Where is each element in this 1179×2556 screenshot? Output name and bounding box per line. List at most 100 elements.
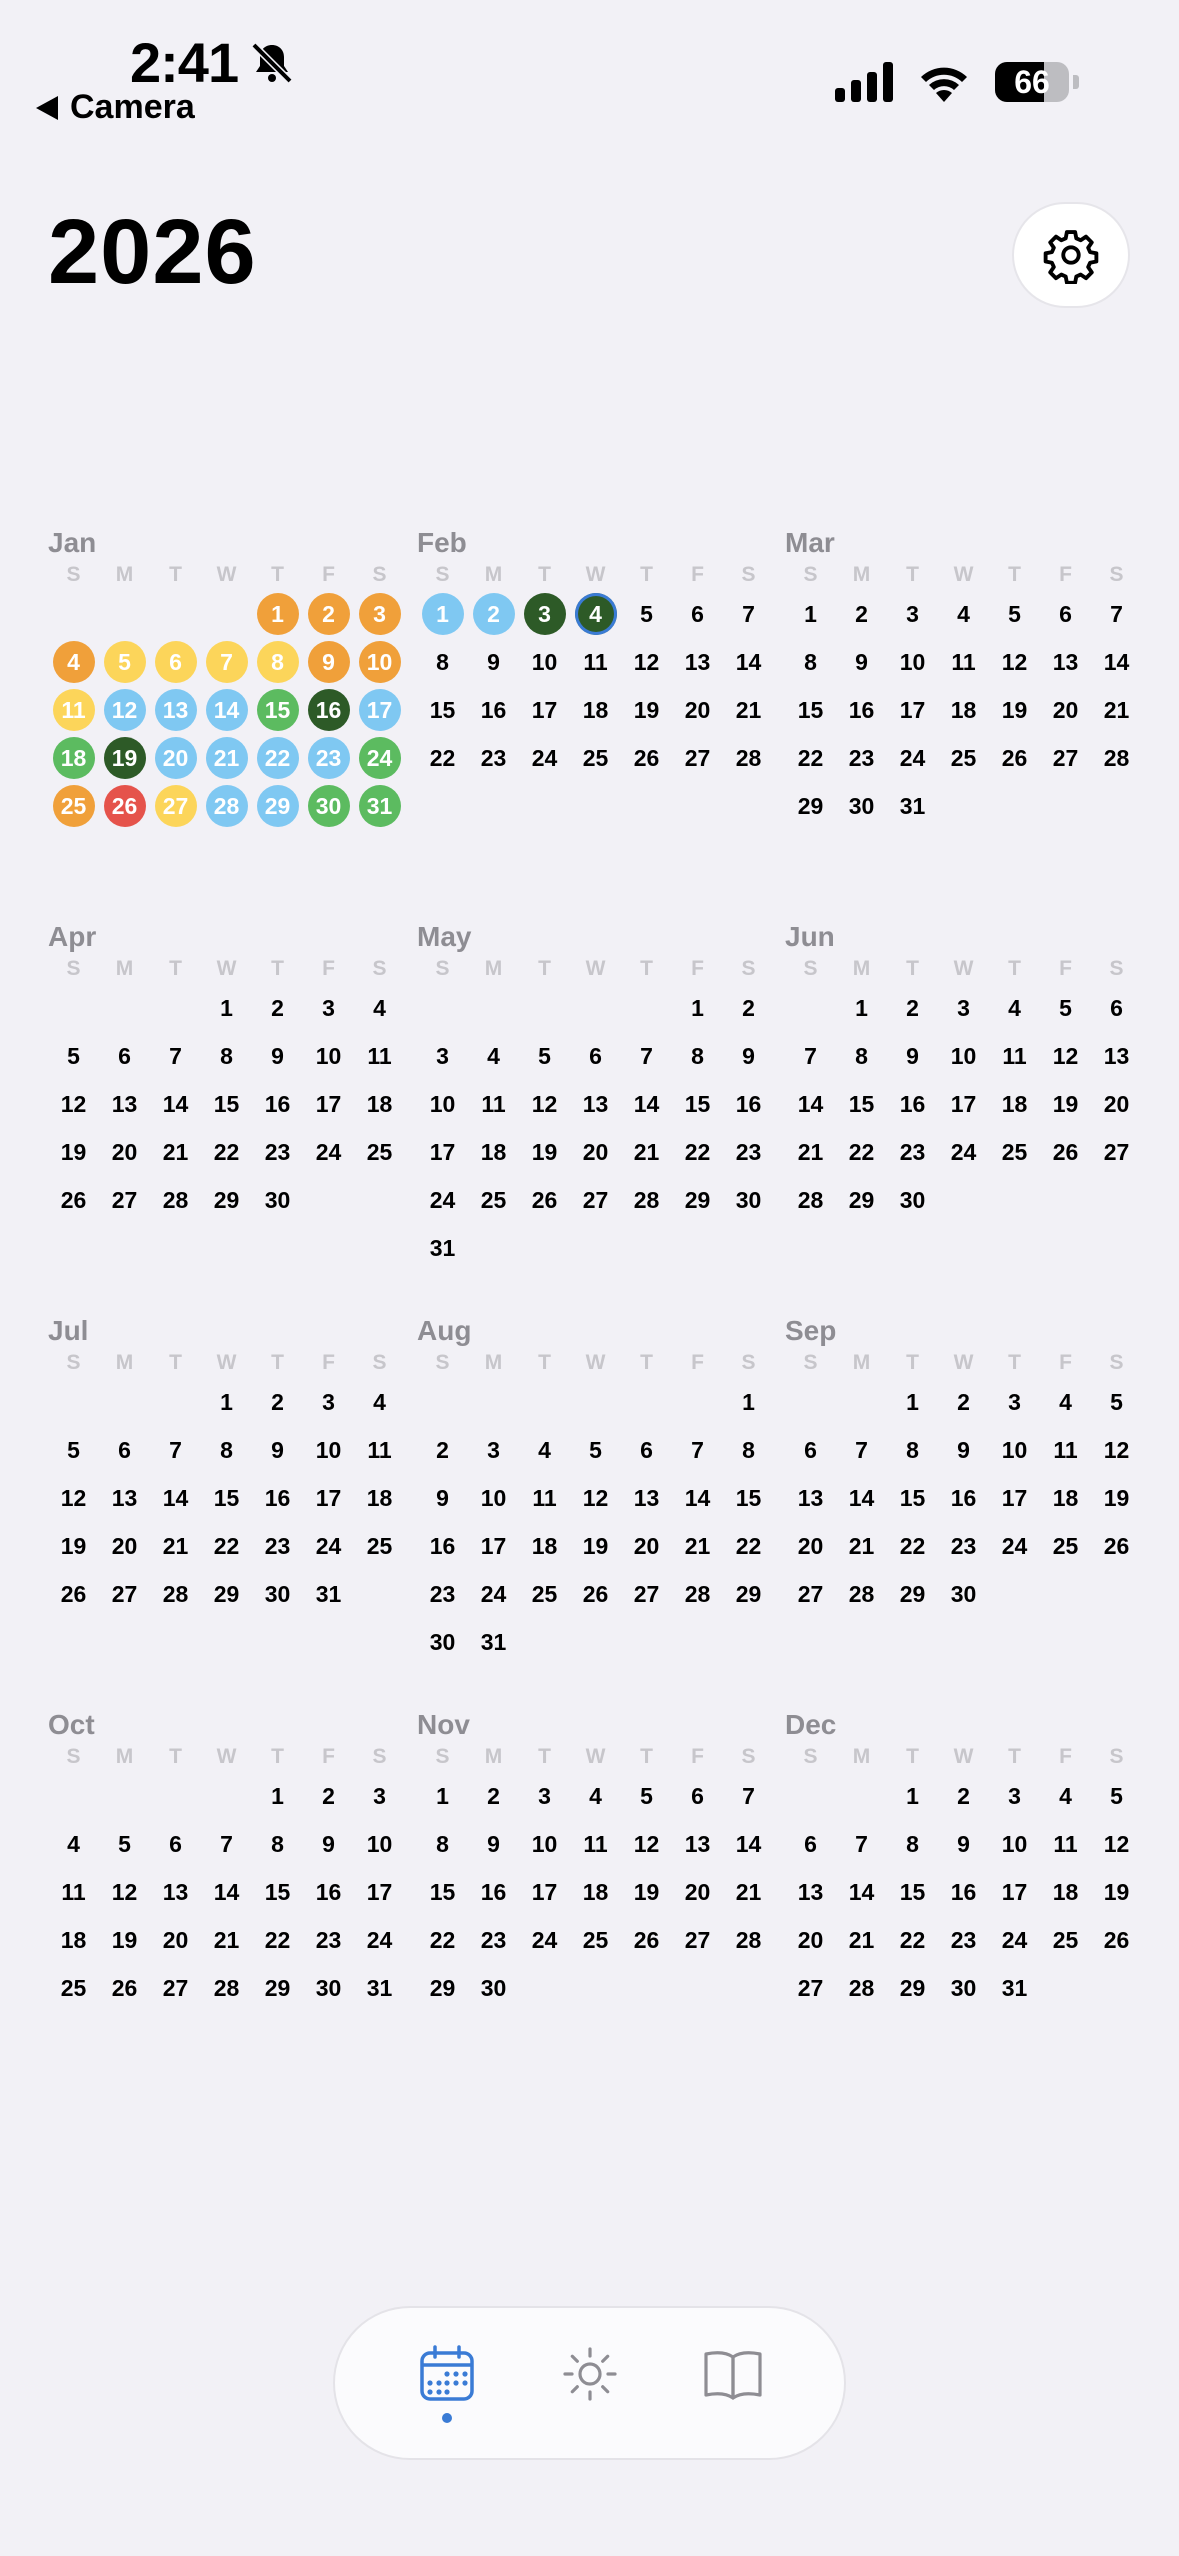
day-cell[interactable]: 15 (201, 1474, 252, 1522)
day-cell[interactable]: 17 (354, 1868, 405, 1916)
day-cell[interactable]: 18 (519, 1522, 570, 1570)
day-cell[interactable]: 10 (989, 1820, 1040, 1868)
day-cell[interactable]: 5 (621, 1772, 672, 1820)
day-cell[interactable]: 23 (836, 734, 887, 782)
day-cell[interactable]: 11 (989, 1032, 1040, 1080)
day-cell[interactable]: 13 (785, 1474, 836, 1522)
tab-book[interactable] (688, 2328, 778, 2438)
day-cell[interactable]: 11 (1040, 1820, 1091, 1868)
day-cell[interactable]: 28 (150, 1570, 201, 1618)
day-cell[interactable]: 24 (938, 1128, 989, 1176)
day-cell[interactable]: 9 (887, 1032, 938, 1080)
day-cell[interactable]: 7 (723, 590, 774, 638)
day-cell[interactable]: 23 (303, 734, 354, 782)
day-cell[interactable]: 21 (836, 1522, 887, 1570)
day-cell[interactable]: 9 (468, 638, 519, 686)
day-cell[interactable]: 15 (887, 1868, 938, 1916)
day-cell[interactable]: 20 (621, 1522, 672, 1570)
day-cell[interactable]: 25 (989, 1128, 1040, 1176)
day-cell[interactable]: 22 (887, 1522, 938, 1570)
tab-calendar[interactable] (402, 2328, 492, 2438)
day-cell[interactable]: 18 (48, 1916, 99, 1964)
day-cell[interactable]: 12 (48, 1080, 99, 1128)
day-cell[interactable]: 12 (99, 1868, 150, 1916)
day-cell[interactable]: 24 (354, 1916, 405, 1964)
day-cell[interactable]: 22 (201, 1522, 252, 1570)
day-cell[interactable]: 14 (836, 1868, 887, 1916)
day-cell[interactable]: 9 (468, 1820, 519, 1868)
day-cell[interactable]: 12 (519, 1080, 570, 1128)
day-cell[interactable]: 27 (150, 1964, 201, 2012)
day-cell[interactable]: 28 (201, 1964, 252, 2012)
day-cell[interactable]: 9 (303, 638, 354, 686)
day-cell[interactable]: 26 (99, 782, 150, 830)
day-cell[interactable]: 2 (303, 1772, 354, 1820)
day-cell[interactable]: 17 (417, 1128, 468, 1176)
day-cell[interactable]: 31 (354, 1964, 405, 2012)
day-cell[interactable]: 5 (989, 590, 1040, 638)
day-cell[interactable]: 22 (887, 1916, 938, 1964)
day-cell[interactable]: 14 (150, 1080, 201, 1128)
day-cell[interactable]: 20 (570, 1128, 621, 1176)
day-cell[interactable]: 3 (989, 1772, 1040, 1820)
day-cell[interactable]: 4 (989, 984, 1040, 1032)
day-cell[interactable]: 1 (252, 590, 303, 638)
day-cell[interactable]: 24 (519, 1916, 570, 1964)
day-cell[interactable]: 10 (417, 1080, 468, 1128)
day-cell[interactable]: 19 (1040, 1080, 1091, 1128)
day-cell[interactable]: 25 (570, 734, 621, 782)
day-cell[interactable]: 8 (836, 1032, 887, 1080)
day-cell[interactable]: 8 (417, 1820, 468, 1868)
day-cell[interactable]: 27 (672, 734, 723, 782)
day-cell[interactable]: 28 (723, 1916, 774, 1964)
day-cell[interactable]: 1 (201, 1378, 252, 1426)
day-cell[interactable]: 27 (99, 1570, 150, 1618)
day-cell[interactable]: 6 (1091, 984, 1142, 1032)
day-cell[interactable]: 13 (1040, 638, 1091, 686)
day-cell[interactable]: 18 (354, 1474, 405, 1522)
day-cell[interactable]: 5 (621, 590, 672, 638)
day-cell[interactable]: 14 (201, 1868, 252, 1916)
day-cell[interactable]: 18 (1040, 1474, 1091, 1522)
day-cell[interactable]: 4 (48, 638, 99, 686)
day-cell[interactable]: 19 (48, 1522, 99, 1570)
day-cell[interactable]: 7 (621, 1032, 672, 1080)
day-cell[interactable]: 23 (938, 1916, 989, 1964)
day-cell[interactable]: 18 (570, 686, 621, 734)
day-cell[interactable]: 14 (785, 1080, 836, 1128)
day-cell[interactable]: 2 (252, 1378, 303, 1426)
day-cell[interactable]: 13 (621, 1474, 672, 1522)
day-cell[interactable]: 15 (723, 1474, 774, 1522)
day-cell[interactable]: 3 (354, 590, 405, 638)
day-cell[interactable]: 28 (836, 1964, 887, 2012)
day-cell[interactable]: 18 (570, 1868, 621, 1916)
day-cell[interactable]: 8 (252, 1820, 303, 1868)
day-cell[interactable]: 19 (989, 686, 1040, 734)
day-cell[interactable]: 1 (836, 984, 887, 1032)
day-cell[interactable]: 30 (887, 1176, 938, 1224)
day-cell[interactable]: 3 (519, 590, 570, 638)
day-cell[interactable]: 26 (570, 1570, 621, 1618)
day-cell[interactable]: 19 (48, 1128, 99, 1176)
day-cell[interactable]: 16 (417, 1522, 468, 1570)
day-cell[interactable]: 21 (201, 1916, 252, 1964)
day-cell[interactable]: 4 (938, 590, 989, 638)
day-cell[interactable]: 1 (785, 590, 836, 638)
day-cell[interactable]: 10 (938, 1032, 989, 1080)
day-cell[interactable]: 31 (303, 1570, 354, 1618)
day-cell[interactable]: 2 (938, 1378, 989, 1426)
day-cell[interactable]: 17 (989, 1868, 1040, 1916)
day-cell[interactable]: 16 (836, 686, 887, 734)
day-cell[interactable]: 12 (989, 638, 1040, 686)
day-cell[interactable]: 11 (938, 638, 989, 686)
day-cell[interactable]: 4 (1040, 1378, 1091, 1426)
day-cell[interactable]: 4 (354, 984, 405, 1032)
day-cell[interactable]: 25 (468, 1176, 519, 1224)
day-cell[interactable]: 7 (150, 1032, 201, 1080)
day-cell[interactable]: 13 (570, 1080, 621, 1128)
day-cell[interactable]: 12 (621, 1820, 672, 1868)
day-cell[interactable]: 21 (621, 1128, 672, 1176)
day-cell[interactable]: 1 (672, 984, 723, 1032)
day-cell[interactable]: 11 (468, 1080, 519, 1128)
day-cell[interactable]: 8 (887, 1426, 938, 1474)
